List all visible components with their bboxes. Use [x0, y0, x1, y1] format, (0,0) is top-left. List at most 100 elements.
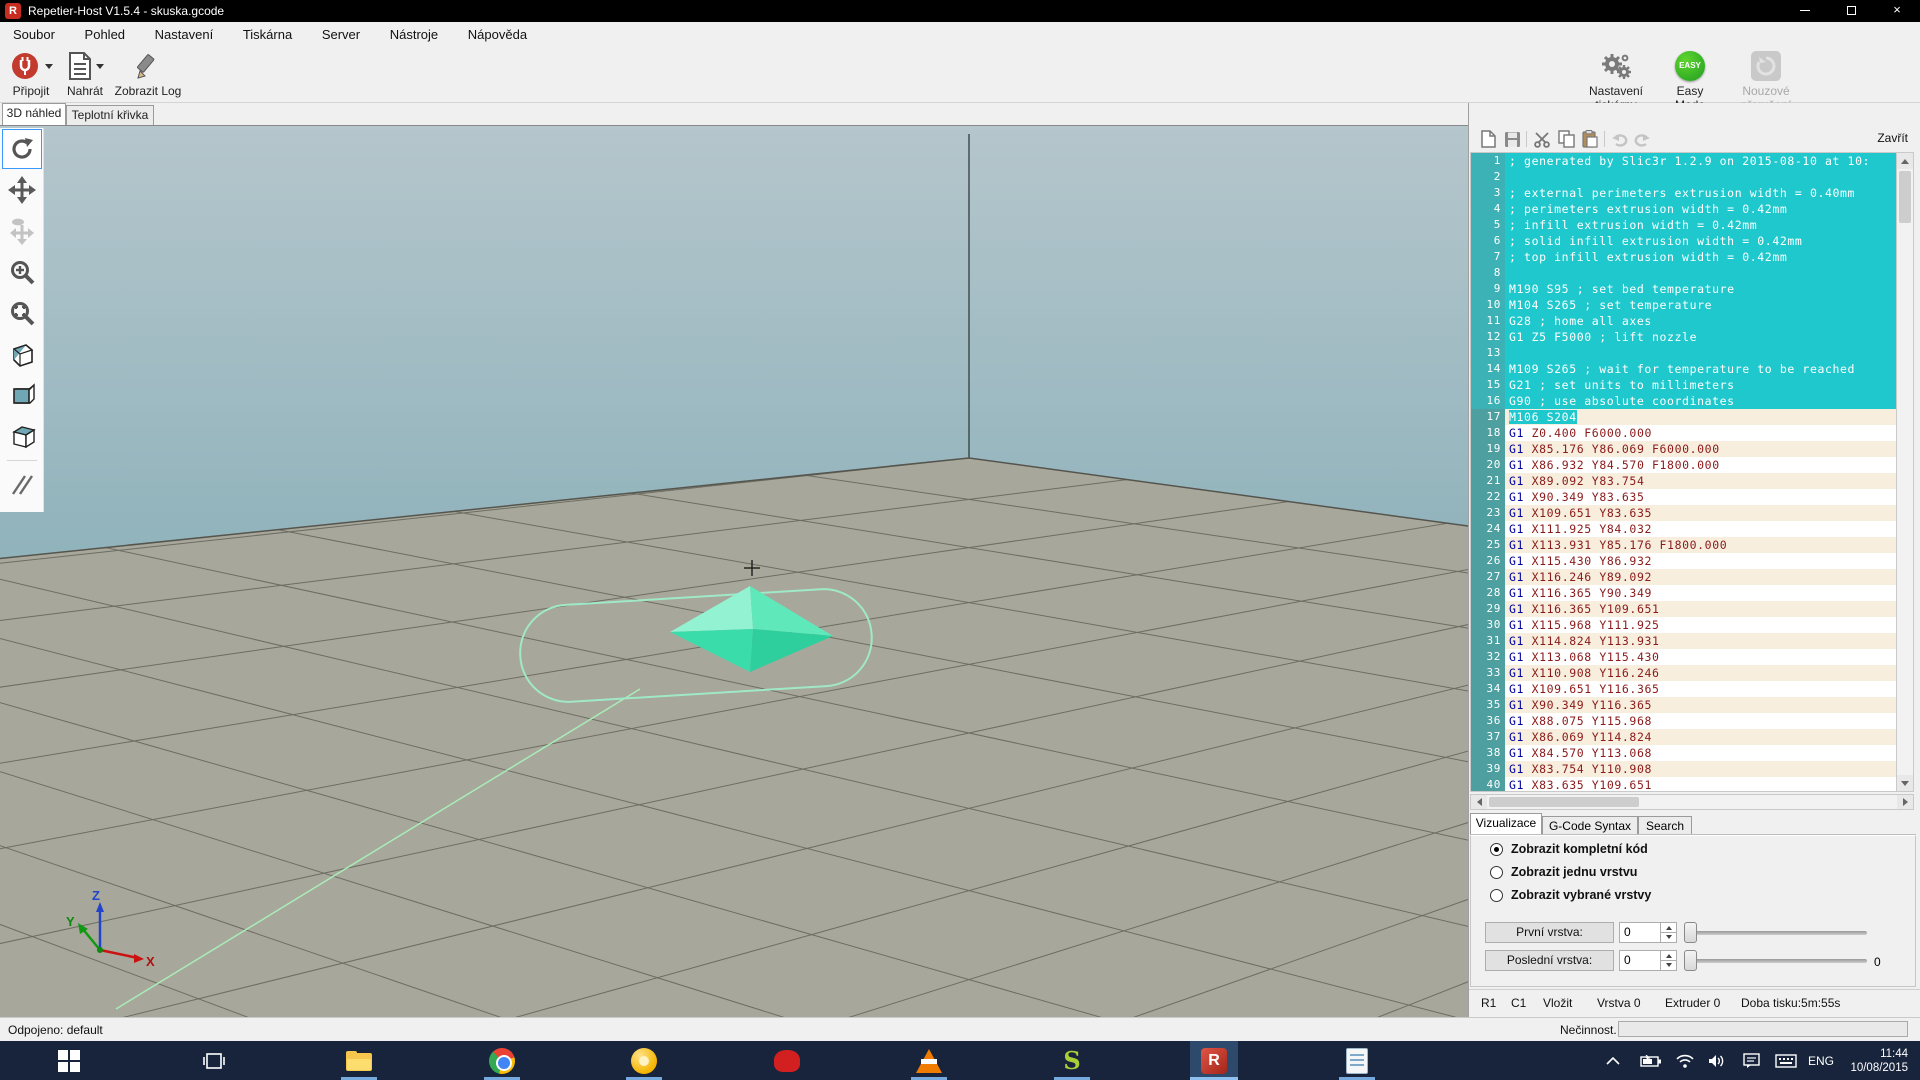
chrome-button[interactable]	[478, 1041, 526, 1080]
load-button[interactable]: Nahrát	[58, 49, 112, 98]
code-line[interactable]: 18G1 Z0.400 F6000.000	[1471, 425, 1896, 441]
code-line[interactable]: 2	[1471, 169, 1896, 185]
radio-show-complete-code[interactable]: Zobrazit kompletní kód	[1490, 841, 1648, 857]
code-line[interactable]: 12G1 Z5 F5000 ; lift nozzle	[1471, 329, 1896, 345]
connect-dropdown-icon[interactable]	[45, 64, 53, 69]
code-line[interactable]: 15G21 ; set units to millimeters	[1471, 377, 1896, 393]
code-line[interactable]: 33G1 X110.908 Y116.246	[1471, 665, 1896, 681]
rotate-view-button[interactable]	[2, 129, 42, 169]
cut-button[interactable]	[1532, 129, 1552, 149]
code-line[interactable]: 6; solid infill extrusion width = 0.42mm	[1471, 233, 1896, 249]
last-layer-button[interactable]: Poslední vrstva:	[1485, 950, 1614, 971]
move-viewpoint-button[interactable]	[2, 211, 42, 251]
code-line[interactable]: 23G1 X109.651 Y83.635	[1471, 505, 1896, 521]
spinner-buttons[interactable]	[1660, 951, 1676, 970]
code-line[interactable]: 9M190 S95 ; set bed temperature	[1471, 281, 1896, 297]
code-line[interactable]: 16G90 ; use absolute coordinates	[1471, 393, 1896, 409]
last-layer-slider[interactable]	[1684, 950, 1867, 971]
code-line[interactable]: 11G28 ; home all axes	[1471, 313, 1896, 329]
menu-nastroje[interactable]: Nástroje	[377, 22, 451, 47]
first-layer-button[interactable]: První vrstva:	[1485, 922, 1614, 943]
tab-gcode-syntax[interactable]: G-Code Syntax	[1542, 816, 1638, 836]
code-line[interactable]: 5; infill extrusion width = 0.42mm	[1471, 217, 1896, 233]
code-line[interactable]: 39G1 X83.754 Y110.908	[1471, 761, 1896, 777]
minimize-button[interactable]	[1782, 0, 1828, 22]
scroll-up-button[interactable]	[1897, 153, 1913, 169]
top-view-button[interactable]	[2, 416, 42, 456]
menu-server[interactable]: Server	[309, 22, 373, 47]
paste-button[interactable]	[1580, 129, 1600, 149]
code-line[interactable]: 26G1 X115.430 Y86.932	[1471, 553, 1896, 569]
front-view-button[interactable]	[2, 375, 42, 415]
notepad-button[interactable]	[1333, 1041, 1381, 1080]
first-layer-slider[interactable]	[1684, 922, 1867, 943]
code-line[interactable]: 8	[1471, 265, 1896, 281]
last-layer-spinner[interactable]: 0	[1619, 950, 1677, 971]
code-line[interactable]: 36G1 X88.075 Y115.968	[1471, 713, 1896, 729]
code-line[interactable]: 32G1 X113.068 Y115.430	[1471, 649, 1896, 665]
load-dropdown-icon[interactable]	[96, 64, 104, 69]
code-line[interactable]: 17M106 S204	[1471, 409, 1896, 425]
battery-indicator[interactable]	[1636, 1041, 1666, 1080]
first-layer-spinner[interactable]: 0	[1619, 922, 1677, 943]
undo-button[interactable]	[1610, 129, 1630, 149]
menu-napoveda[interactable]: Nápověda	[455, 22, 540, 47]
tray-expand-button[interactable]	[1598, 1041, 1628, 1080]
menu-tiskarna[interactable]: Tiskárna	[230, 22, 305, 47]
code-line[interactable]: 24G1 X111.925 Y84.032	[1471, 521, 1896, 537]
code-line[interactable]: 20G1 X86.932 Y84.570 F1800.000	[1471, 457, 1896, 473]
touch-keyboard-button[interactable]	[1770, 1041, 1802, 1080]
save-gcode-button[interactable]	[1502, 129, 1522, 149]
tab-temp-curve[interactable]: Teplotní křivka	[66, 105, 154, 125]
code-line[interactable]: 14M109 S265 ; wait for temperature to be…	[1471, 361, 1896, 377]
code-line[interactable]: 37G1 X86.069 Y114.824	[1471, 729, 1896, 745]
menu-nastaveni[interactable]: Nastavení	[142, 22, 227, 47]
start-button[interactable]	[45, 1041, 93, 1080]
gcode-editor[interactable]: 1; generated by Slic3r 1.2.9 on 2015-08-…	[1470, 152, 1896, 792]
code-line[interactable]: 28G1 X116.365 Y90.349	[1471, 585, 1896, 601]
code-line[interactable]: 3; external perimeters extrusion width =…	[1471, 185, 1896, 201]
radio-show-selected-layers[interactable]: Zobrazit vybrané vrstvy	[1490, 887, 1651, 903]
wifi-indicator[interactable]	[1670, 1041, 1700, 1080]
code-line[interactable]: 25G1 X113.931 Y85.176 F1800.000	[1471, 537, 1896, 553]
tab-vizualizace[interactable]: Vizualizace	[1470, 813, 1542, 836]
volume-indicator[interactable]	[1702, 1041, 1732, 1080]
hscroll-thumb[interactable]	[1489, 797, 1639, 807]
code-line[interactable]: 7; top infill extrusion width = 0.42mm	[1471, 249, 1896, 265]
code-line[interactable]: 35G1 X90.349 Y116.365	[1471, 697, 1896, 713]
vscroll-thumb[interactable]	[1899, 171, 1911, 223]
vlc-button[interactable]	[905, 1041, 953, 1080]
menu-pohled[interactable]: Pohled	[72, 22, 138, 47]
scroll-left-button[interactable]	[1471, 795, 1487, 809]
chrome-canary-button[interactable]	[620, 1041, 668, 1080]
zoom-in-button[interactable]	[2, 252, 42, 292]
code-line[interactable]: 40G1 X83.635 Y109.651	[1471, 777, 1896, 792]
editor-horizontal-scrollbar[interactable]	[1470, 794, 1914, 810]
redo-button[interactable]	[1632, 129, 1652, 149]
move-view-button[interactable]	[2, 170, 42, 210]
radio-show-single-layer[interactable]: Zobrazit jednu vrstvu	[1490, 864, 1637, 880]
slider-thumb[interactable]	[1684, 922, 1697, 943]
action-center-button[interactable]	[1736, 1041, 1766, 1080]
parallel-projection-button[interactable]	[2, 465, 42, 505]
code-line[interactable]: 31G1 X114.824 Y113.931	[1471, 633, 1896, 649]
red-app-button[interactable]	[763, 1041, 811, 1080]
repetier-host-button[interactable]: R	[1190, 1041, 1238, 1080]
zoom-fit-button[interactable]	[2, 293, 42, 333]
connect-button[interactable]: Připojit	[2, 49, 60, 98]
editor-vertical-scrollbar[interactable]	[1896, 152, 1914, 792]
slicer-app-button[interactable]: S	[1048, 1041, 1096, 1080]
new-gcode-button[interactable]	[1478, 129, 1498, 149]
menu-soubor[interactable]: Soubor	[0, 22, 68, 47]
copy-button[interactable]	[1556, 129, 1576, 149]
code-line[interactable]: 29G1 X116.365 Y109.651	[1471, 601, 1896, 617]
task-view-button[interactable]	[190, 1041, 238, 1080]
isometric-view-button[interactable]	[2, 334, 42, 374]
file-explorer-button[interactable]	[335, 1041, 383, 1080]
code-line[interactable]: 4; perimeters extrusion width = 0.42mm	[1471, 201, 1896, 217]
code-line[interactable]: 27G1 X116.246 Y89.092	[1471, 569, 1896, 585]
tab-3d-preview[interactable]: 3D náhled	[2, 103, 66, 125]
slider-thumb[interactable]	[1684, 950, 1697, 971]
spinner-buttons[interactable]	[1660, 923, 1676, 942]
code-line[interactable]: 22G1 X90.349 Y83.635	[1471, 489, 1896, 505]
